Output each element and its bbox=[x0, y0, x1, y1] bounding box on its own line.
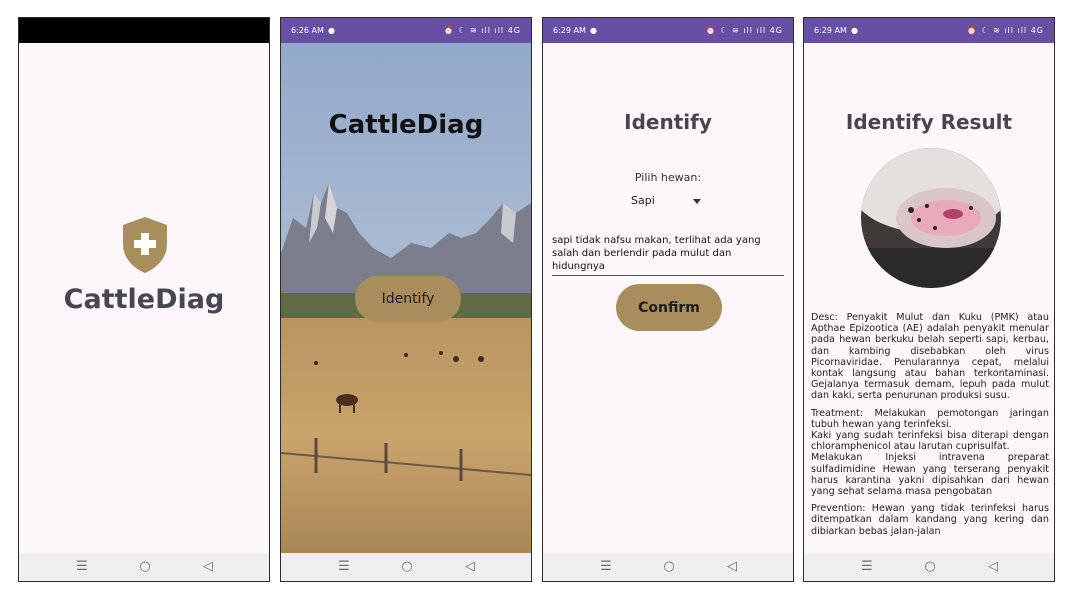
back-icon[interactable]: ◁ bbox=[717, 553, 747, 581]
splash-screen: CattleDiag ☰ ○ ◁ bbox=[18, 17, 270, 582]
menu-icon[interactable]: ☰ bbox=[591, 553, 621, 581]
notification-icon: ● bbox=[590, 26, 597, 35]
cattle-mouth-photo bbox=[861, 148, 1001, 288]
prevention-paragraph: Prevention: Hewan yang tidak terinfeksi … bbox=[811, 503, 1049, 537]
notification-icon: ● bbox=[851, 26, 858, 35]
status-icons: ⏰ ☾ ≋ ıll ıll 4G bbox=[966, 26, 1044, 35]
home-icon[interactable]: ○ bbox=[392, 553, 422, 581]
nav-bar: ☰ ○ ◁ bbox=[281, 553, 531, 581]
animal-dropdown[interactable]: Sapi bbox=[631, 194, 701, 212]
notification-icon: ● bbox=[328, 26, 335, 35]
menu-icon[interactable]: ☰ bbox=[852, 553, 882, 581]
page-title: Identify Result bbox=[845, 110, 1013, 134]
status-bar: 6:29 AM ● ⏰ ☾ ≋ ıll ıll 4G bbox=[804, 18, 1054, 43]
dropdown-selected-value: Sapi bbox=[631, 194, 655, 207]
identify-button[interactable]: Identify bbox=[355, 276, 461, 322]
status-bar: 6:29 AM ● ⏰ ☾ ≋ ıll ıll 4G bbox=[543, 18, 793, 43]
treatment-line-1: Treatment: Melakukan pemotongan jaringan… bbox=[811, 407, 1049, 430]
status-time: 6:29 AM bbox=[814, 26, 847, 35]
status-bar: 6:26 AM ● ⏰ ☾ ≋ ıll ıll 4G bbox=[281, 18, 531, 43]
app-title: CattleDiag bbox=[328, 110, 484, 140]
app-title: CattleDiag bbox=[63, 284, 225, 315]
animal-picker-label: Pilih hewan: bbox=[634, 171, 702, 184]
home-screen: 6:26 AM ● ⏰ ☾ ≋ ıll ıll 4G CattleDiag Id… bbox=[280, 17, 532, 582]
home-icon[interactable]: ○ bbox=[130, 553, 160, 581]
back-icon[interactable]: ◁ bbox=[193, 553, 223, 581]
menu-icon[interactable]: ☰ bbox=[329, 553, 359, 581]
back-icon[interactable]: ◁ bbox=[455, 553, 485, 581]
status-icons: ⏰ ☾ ≋ ıll ıll 4G bbox=[705, 26, 783, 35]
home-icon[interactable]: ○ bbox=[915, 553, 945, 581]
treatment-paragraph: Treatment: Melakukan pemotongan jaringan… bbox=[811, 408, 1049, 498]
result-screen: 6:29 AM ● ⏰ ☾ ≋ ıll ıll 4G Identify Resu… bbox=[803, 17, 1055, 582]
status-bar bbox=[19, 18, 269, 43]
home-icon[interactable]: ○ bbox=[654, 553, 684, 581]
dropdown-arrow-icon bbox=[693, 199, 701, 204]
desc-paragraph: Desc: Penyakit Mulut dan Kuku (PMK) atau… bbox=[811, 312, 1049, 402]
shield-plus-icon bbox=[123, 217, 167, 273]
treatment-line-3: Melakukan Injeksi intravena preparat sul… bbox=[811, 452, 1049, 498]
nav-bar: ☰ ○ ◁ bbox=[19, 553, 269, 581]
back-icon[interactable]: ◁ bbox=[978, 553, 1008, 581]
menu-icon[interactable]: ☰ bbox=[67, 553, 97, 581]
nav-bar: ☰ ○ ◁ bbox=[543, 553, 793, 581]
status-time: 6:26 AM bbox=[291, 26, 324, 35]
treatment-line-2: Kaki yang sudah terinfeksi bisa diterapi… bbox=[811, 430, 1049, 453]
status-icons: ⏰ ☾ ≋ ıll ıll 4G bbox=[443, 26, 521, 35]
confirm-button[interactable]: Confirm bbox=[616, 284, 722, 331]
result-description: Desc: Penyakit Mulut dan Kuku (PMK) atau… bbox=[811, 312, 1049, 555]
identify-screen: 6:29 AM ● ⏰ ☾ ≋ ıll ıll 4G Identify Pili… bbox=[542, 17, 794, 582]
status-time: 6:29 AM bbox=[553, 26, 586, 35]
symptom-input[interactable]: sapi tidak nafsu makan, terlihat ada yan… bbox=[552, 234, 784, 276]
page-title: Identify bbox=[624, 110, 712, 134]
nav-bar: ☰ ○ ◁ bbox=[804, 553, 1054, 581]
